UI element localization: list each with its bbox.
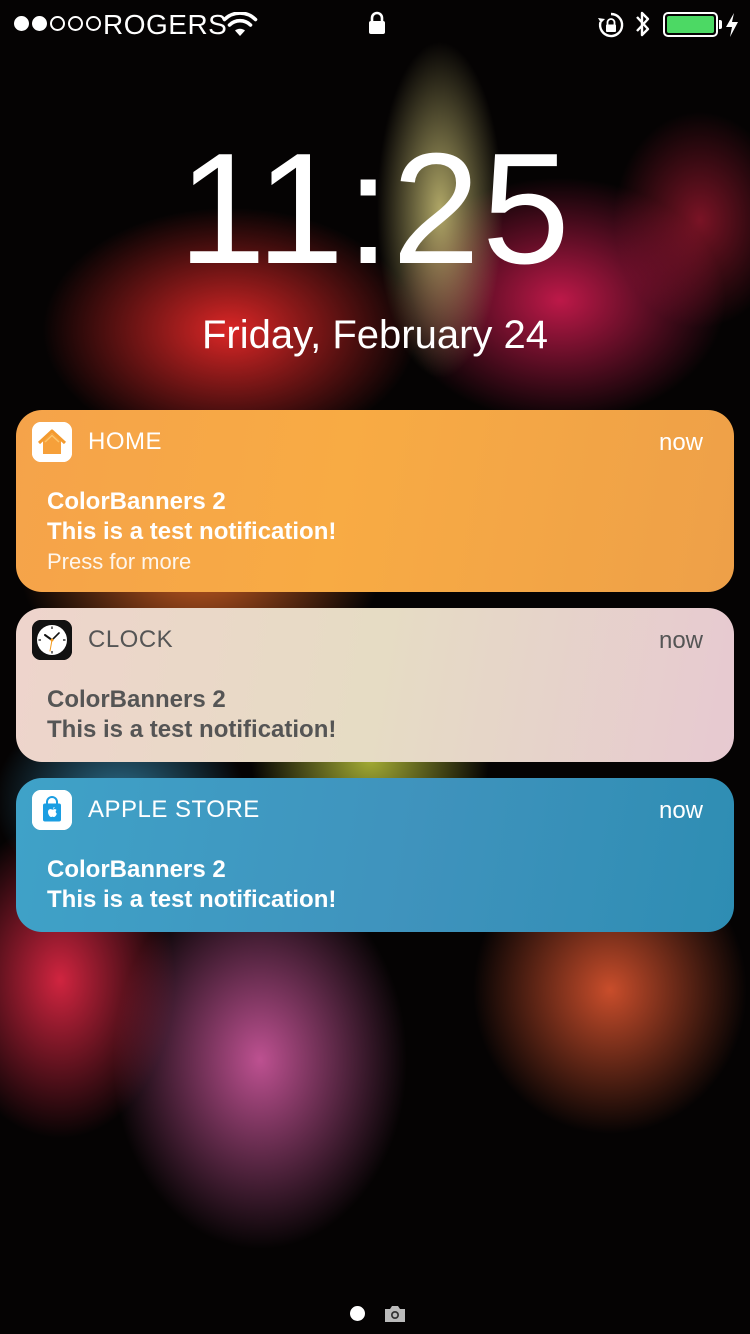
notification-title: ColorBanners 2 bbox=[47, 488, 226, 515]
bluetooth-icon bbox=[633, 9, 653, 44]
notification-body: This is a test notification! bbox=[47, 518, 337, 545]
rotation-lock-icon bbox=[597, 11, 625, 44]
signal-dot bbox=[50, 16, 65, 31]
notification-title: ColorBanners 2 bbox=[47, 686, 226, 713]
camera-icon[interactable] bbox=[383, 1304, 407, 1329]
page-indicator bbox=[0, 1302, 750, 1326]
notification-time: now bbox=[658, 627, 703, 654]
notification-app-name: HOME bbox=[88, 428, 162, 455]
signal-strength bbox=[14, 16, 101, 31]
charging-bolt-icon bbox=[725, 12, 739, 43]
signal-dot bbox=[86, 16, 101, 31]
signal-dot bbox=[14, 16, 29, 31]
battery-level bbox=[667, 16, 714, 33]
status-bar: ROGERS bbox=[0, 0, 750, 50]
notification-time: now bbox=[658, 429, 703, 456]
notification-title: ColorBanners 2 bbox=[47, 856, 226, 883]
wifi-icon bbox=[222, 11, 258, 43]
lock-icon bbox=[367, 11, 387, 40]
notification-home[interactable]: HOME now ColorBanners 2 This is a test n… bbox=[16, 410, 734, 592]
home-app-icon bbox=[32, 422, 72, 462]
notification-app-name: APPLE STORE bbox=[88, 796, 260, 823]
clock-app-icon bbox=[32, 620, 72, 660]
notification-time: now bbox=[658, 797, 703, 824]
press-for-more-hint: Press for more bbox=[47, 549, 192, 574]
notification-body: This is a test notification! bbox=[47, 716, 337, 743]
battery-cap bbox=[719, 20, 722, 29]
notification-apple-store[interactable]: APPLE STORE now ColorBanners 2 This is a… bbox=[16, 778, 734, 932]
battery-indicator bbox=[663, 12, 722, 37]
apple-store-app-icon bbox=[32, 790, 72, 830]
page-dot bbox=[350, 1306, 365, 1321]
notification-app-name: CLOCK bbox=[88, 626, 174, 653]
notification-body: This is a test notification! bbox=[47, 886, 337, 913]
signal-dot bbox=[32, 16, 47, 31]
lock-screen-date: Friday, February 24 bbox=[201, 313, 549, 357]
carrier-name: ROGERS bbox=[103, 9, 228, 40]
notification-clock[interactable]: CLOCK now ColorBanners 2 This is a test … bbox=[16, 608, 734, 762]
signal-dot bbox=[68, 16, 83, 31]
lock-screen-time: 11:25 bbox=[178, 121, 572, 297]
